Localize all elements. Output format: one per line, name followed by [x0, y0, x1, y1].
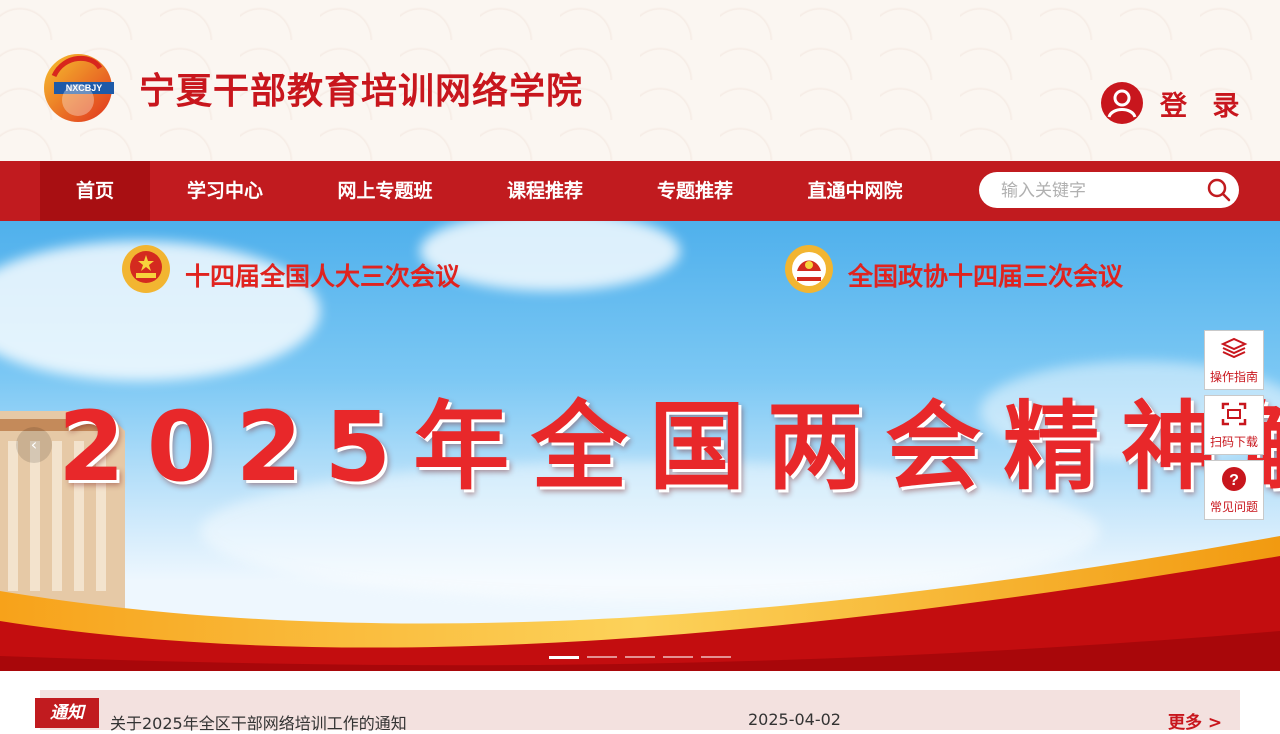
- book-icon: [1220, 337, 1248, 359]
- site-title[interactable]: 宁夏干部教育培训网络学院: [139, 62, 583, 114]
- nav-item-home[interactable]: 首页: [40, 161, 150, 221]
- nav-item-course-recommend[interactable]: 课程推荐: [485, 161, 605, 221]
- carousel-dot-2[interactable]: [587, 656, 617, 658]
- faq-button[interactable]: ? 常见问题: [1204, 460, 1264, 520]
- guide-button[interactable]: 操作指南: [1204, 330, 1264, 390]
- national-emblem-icon: [122, 245, 170, 293]
- carousel-dot-5[interactable]: [701, 656, 731, 658]
- banner-subtitle-npc: 十四届全国人大三次会议: [185, 262, 461, 291]
- carousel-prev-button[interactable]: ‹: [16, 427, 52, 463]
- faq-label: 常见问题: [1209, 500, 1258, 514]
- search-box: [979, 172, 1239, 210]
- carousel-dot-3[interactable]: [625, 656, 655, 658]
- carousel-dot-1[interactable]: [549, 656, 579, 659]
- floating-toolbar: 操作指南 扫码下载 ? 常见问题: [1204, 330, 1264, 525]
- carousel-dot-4[interactable]: [663, 656, 693, 658]
- svg-text:?: ?: [1229, 472, 1239, 489]
- site-header: NXCBJY 宁夏干部教育培训网络学院 登 录: [0, 0, 1280, 161]
- question-icon: ?: [1222, 467, 1246, 491]
- carousel-indicators: [549, 656, 731, 659]
- notice-bar: 通知 关于2025年全区干部网络培训工作的通知 2025-04-02 更多 >: [35, 690, 1240, 733]
- login-button[interactable]: 登 录: [1100, 80, 1247, 126]
- nav-item-topic-recommend[interactable]: 专题推荐: [635, 161, 755, 221]
- search-input[interactable]: [999, 172, 1203, 210]
- scan-download-label: 扫码下载: [1209, 435, 1258, 449]
- scan-icon: [1221, 402, 1247, 426]
- notice-more-link[interactable]: 更多 >: [1168, 708, 1222, 733]
- hero-banner[interactable]: 十四届全国人大三次会议 全国政协十四届三次会议 2025年全国两会精神解读 ‹: [0, 221, 1280, 671]
- logo-icon[interactable]: NXCBJY: [40, 48, 116, 124]
- nav-item-online-classes[interactable]: 网上专题班: [315, 161, 455, 221]
- main-nav: 首页 学习中心 网上专题班 课程推荐 专题推荐 直通中网院: [0, 161, 1280, 221]
- banner-ribbon: [0, 536, 1280, 671]
- scan-download-button[interactable]: 扫码下载: [1204, 395, 1264, 455]
- notice-tag: 通知: [35, 698, 99, 728]
- search-icon[interactable]: [1207, 178, 1231, 202]
- guide-label: 操作指南: [1209, 370, 1258, 384]
- nav-item-learning-center[interactable]: 学习中心: [170, 161, 280, 221]
- cppcc-emblem-icon: [785, 245, 833, 293]
- notice-link[interactable]: 关于2025年全区干部网络培训工作的通知: [110, 710, 407, 734]
- user-icon: [1101, 82, 1143, 124]
- banner-headline: 2025年全国两会精神解读: [58, 391, 1280, 503]
- login-label: 登 录: [1160, 90, 1248, 122]
- nav-item-cela[interactable]: 直通中网院: [790, 161, 920, 221]
- banner-subtitle-cppcc: 全国政协十四届三次会议: [848, 262, 1124, 291]
